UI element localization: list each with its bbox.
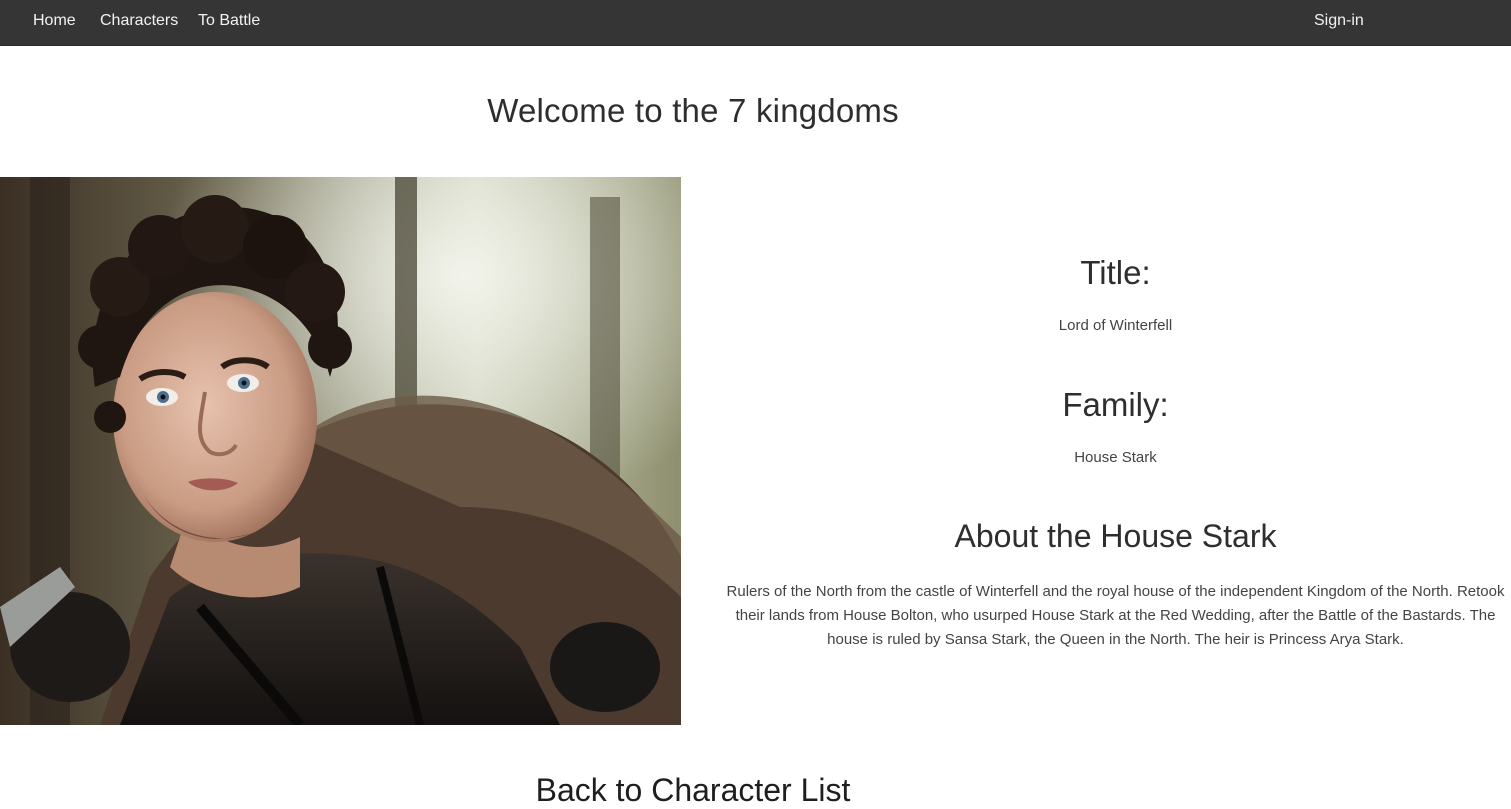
family-value: House Stark bbox=[1074, 449, 1157, 466]
back-to-character-list-link[interactable]: Back to Character List bbox=[0, 772, 1386, 809]
nav-characters-link[interactable]: Characters bbox=[100, 0, 178, 45]
page-title: Welcome to the 7 kingdoms bbox=[487, 92, 899, 129]
title-heading: Title: bbox=[1080, 254, 1151, 291]
nav-signin-link[interactable]: Sign-in bbox=[1314, 0, 1364, 45]
about-text: Rulers of the North from the castle of W… bbox=[726, 583, 1505, 648]
nav-battle-link[interactable]: To Battle bbox=[198, 0, 260, 45]
portrait-image bbox=[0, 177, 681, 725]
top-navbar: Home Characters To Battle Sign-in bbox=[0, 0, 1511, 46]
family-heading: Family: bbox=[1062, 386, 1169, 423]
about-heading: About the House Stark bbox=[954, 518, 1277, 554]
title-value: Lord of Winterfell bbox=[1058, 317, 1173, 334]
character-portrait bbox=[0, 177, 681, 725]
nav-home-link[interactable]: Home bbox=[33, 0, 76, 45]
